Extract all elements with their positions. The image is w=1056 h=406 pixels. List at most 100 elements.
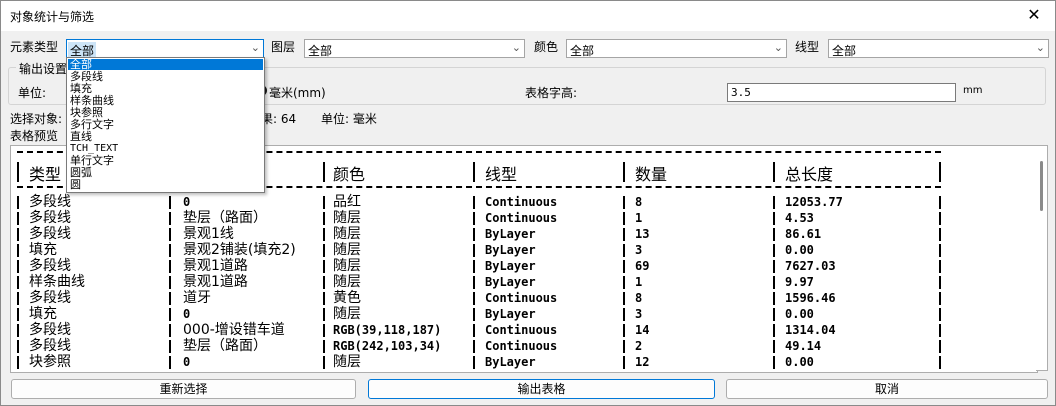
table-row: 多段线 0 品红 Continuous 8 12053.77 (11, 194, 1037, 210)
table-cell: RGB(242,103,34) (333, 339, 442, 353)
row-divider (473, 292, 475, 305)
row-divider (939, 356, 941, 369)
table-cell: 黄色 (333, 290, 361, 306)
scrollbar-thumb[interactable] (1040, 161, 1043, 211)
dropdown-item[interactable]: 多段线 (68, 71, 263, 82)
row-divider (773, 212, 775, 225)
table-header-cell: 总长度 (785, 165, 834, 184)
row-divider (773, 260, 775, 273)
row-divider (773, 324, 775, 337)
element-type-select[interactable]: 全部 ⌄ (66, 39, 264, 59)
row-divider (17, 276, 19, 289)
table-cell: 景观1线 (183, 226, 234, 242)
table-cell: ByLayer (485, 259, 536, 273)
row-divider (169, 212, 171, 225)
row-divider (623, 324, 625, 337)
table-cell: 2 (635, 339, 643, 353)
column-divider (17, 162, 19, 182)
row-divider (773, 308, 775, 321)
row-divider (169, 324, 171, 337)
row-divider (773, 244, 775, 257)
color-select[interactable]: 全部 ⌄ (566, 39, 787, 58)
table-cell: ByLayer (485, 275, 536, 289)
table-cell: ByLayer (485, 227, 536, 241)
dropdown-item[interactable]: 圆弧 (68, 167, 263, 178)
row-divider (623, 196, 625, 209)
table-cell: 14 (635, 323, 650, 337)
dropdown-item[interactable]: 块参照 (68, 107, 263, 118)
row-divider (323, 276, 325, 289)
close-icon[interactable]: ✕ (1021, 3, 1047, 27)
dropdown-item[interactable]: 直线 (68, 131, 263, 142)
row-divider (323, 340, 325, 353)
row-divider (169, 244, 171, 257)
linetype-value: 全部 (832, 44, 857, 58)
result-count: 果: 64 (261, 112, 297, 126)
unit-label: 单位: (18, 86, 47, 100)
cancel-button[interactable]: 取消 (726, 379, 1048, 399)
row-divider (939, 228, 941, 241)
row-divider (473, 308, 475, 321)
table-cell: 填充 (29, 306, 57, 322)
dropdown-item[interactable]: 圆 (68, 179, 263, 190)
row-divider (773, 196, 775, 209)
table-cell: 多段线 (29, 322, 71, 338)
row-divider (323, 196, 325, 209)
table-cell: 0 (183, 195, 191, 209)
table-cell: 多段线 (29, 210, 71, 226)
table-cell: 多段线 (29, 338, 71, 354)
table-cell: 7627.03 (785, 259, 836, 273)
table-cell: 随层 (333, 354, 361, 370)
row-divider (623, 340, 625, 353)
chevron-down-icon: ⌄ (250, 41, 260, 54)
table-row: 块参照 0 随层 ByLayer 12 0.00 (11, 354, 1037, 370)
table-row: 多段线 景观1道路 随层 ByLayer 69 7627.03 (11, 258, 1037, 274)
row-divider (169, 260, 171, 273)
row-divider (323, 356, 325, 369)
row-divider (473, 276, 475, 289)
dropdown-item[interactable]: 样条曲线 (68, 95, 263, 106)
row-divider (623, 244, 625, 257)
table-cell: 9.97 (785, 275, 814, 289)
dropdown-item[interactable]: 全部 (68, 59, 263, 70)
linetype-select[interactable]: 全部 ⌄ (828, 39, 1049, 58)
reselect-button[interactable]: 重新选择 (11, 379, 356, 399)
dropdown-item[interactable]: 填充 (68, 83, 263, 94)
unit-status: 单位: 毫米 (321, 112, 377, 126)
table-cell: 1 (635, 275, 643, 289)
table-cell: Continuous (485, 291, 558, 305)
table-cell: 多段线 (29, 194, 71, 210)
row-divider (773, 276, 775, 289)
layer-select[interactable]: 全部 ⌄ (304, 39, 525, 58)
dropdown-item[interactable]: 多行文字 (68, 119, 263, 130)
row-divider (473, 244, 475, 257)
row-divider (169, 276, 171, 289)
linetype-label: 线型 (795, 40, 820, 54)
row-divider (473, 212, 475, 225)
row-divider (473, 340, 475, 353)
color-label: 颜色 (534, 40, 559, 54)
element-type-dropdown-list[interactable]: 全部 多段线 填充 样条曲线 块参照 多行文字 直线 TCH_TEXT 单行文字 圆弧圆 (66, 57, 265, 193)
font-height-input[interactable]: 3.5 (727, 83, 956, 102)
chevron-down-icon: ⌄ (511, 41, 521, 54)
font-height-label: 表格字高: (525, 86, 578, 100)
column-divider (773, 162, 775, 182)
preview-scrollbar[interactable] (1036, 145, 1048, 371)
dropdown-item[interactable]: TCH_TEXT (68, 143, 263, 154)
table-cell: Continuous (485, 323, 558, 337)
table-cell: 垫层（路面） (183, 338, 267, 354)
table-cell: 景观2铺装(填充2) (183, 242, 296, 258)
color-value: 全部 (570, 44, 595, 58)
dropdown-item[interactable]: 单行文字 (68, 155, 263, 166)
column-divider (323, 162, 325, 182)
table-cell: 0 (183, 307, 191, 321)
row-divider (473, 228, 475, 241)
table-cell: 3 (635, 307, 643, 321)
export-table-button[interactable]: 输出表格 (368, 379, 715, 399)
dialog-window: 对象统计与筛选 ✕ 元素类型 全部 ⌄ 图层 全部 ⌄ 颜色 全部 ⌄ 线型 全… (0, 0, 1056, 406)
table-cell: 随层 (333, 274, 361, 290)
row-divider (17, 292, 19, 305)
table-cell: 69 (635, 259, 650, 273)
row-divider (623, 212, 625, 225)
row-divider (169, 356, 171, 369)
